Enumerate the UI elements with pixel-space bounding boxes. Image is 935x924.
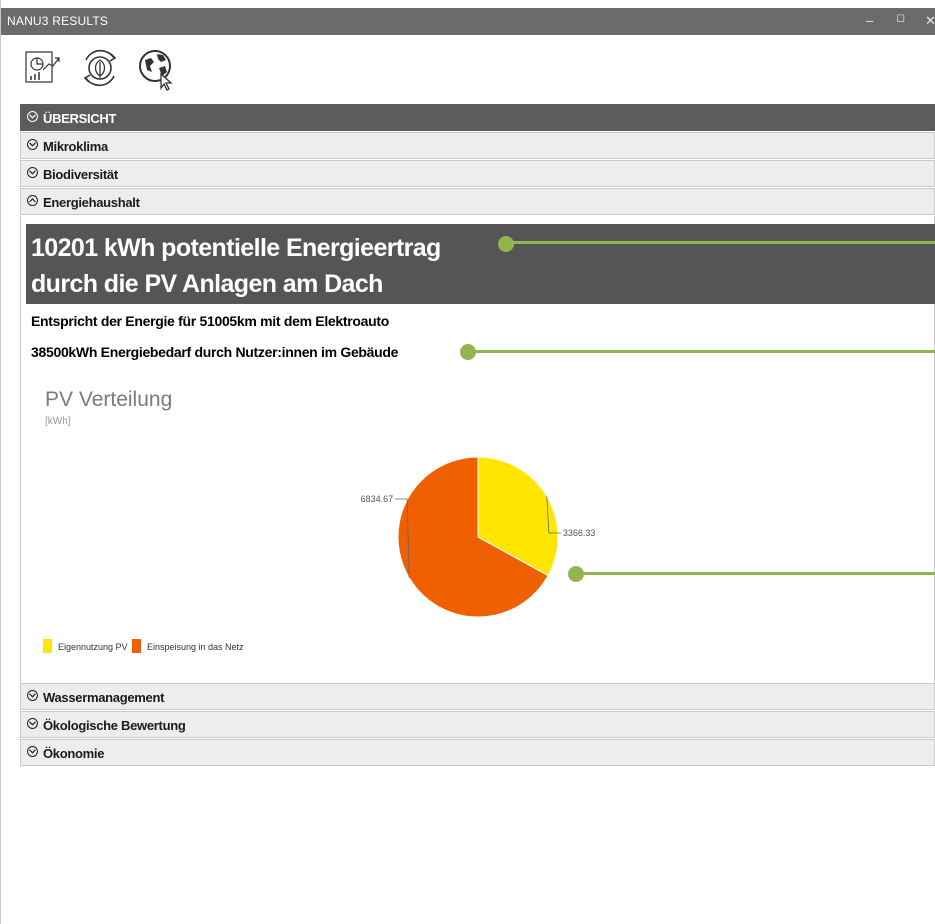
- headline-line-2: durch die PV Anlagen am Dach: [31, 270, 383, 298]
- minimize-icon[interactable]: –: [866, 13, 873, 28]
- energy-yield-headline: 10201 kWh potentielle Energieertrag durc…: [26, 224, 935, 304]
- chevron-down-icon: [27, 167, 38, 178]
- maximize-icon[interactable]: ◻: [896, 11, 905, 24]
- callout-line: [511, 241, 935, 244]
- headline-line-1: 10201 kWh potentielle Energieertrag: [31, 234, 441, 262]
- chart-title: PV Verteilung: [45, 388, 173, 411]
- results-window: NANU3 RESULTS – ◻ ✕ ÜBERSICHT Mikroklima…: [0, 0, 935, 924]
- section-label: ÜBERSICHT: [43, 111, 117, 126]
- section-label: Ökologische Bewertung: [43, 718, 186, 733]
- title-bar: NANU3 RESULTS – ◻ ✕: [1, 8, 935, 35]
- section-biodiversitaet-header[interactable]: Biodiversität: [20, 160, 935, 187]
- callout-line: [581, 572, 935, 575]
- section-energiehaushalt-header[interactable]: Energiehaushalt: [20, 188, 935, 215]
- legend-swatch: [132, 639, 141, 653]
- section-mikroklima-header[interactable]: Mikroklima: [20, 132, 935, 159]
- callout-line: [473, 350, 935, 353]
- callout-dot: [498, 236, 514, 252]
- section-label: Biodiversität: [43, 167, 118, 182]
- section-oekonomie-header[interactable]: Ökonomie: [20, 739, 935, 766]
- globe-cursor-icon[interactable]: [135, 46, 175, 92]
- section-uebersicht-header[interactable]: ÜBERSICHT: [20, 104, 935, 131]
- chevron-up-icon: [27, 195, 38, 206]
- section-label: Mikroklima: [43, 139, 108, 154]
- section-label: Energiehaushalt: [43, 195, 140, 210]
- leaf-cycle-icon[interactable]: [78, 46, 118, 92]
- close-icon[interactable]: ✕: [925, 13, 935, 29]
- chart-report-icon[interactable]: [23, 46, 63, 92]
- legend-label: Eigennutzung PV: [58, 642, 128, 652]
- chevron-down-icon: [27, 718, 38, 729]
- section-label: Wassermanagement: [43, 690, 165, 705]
- chevron-down-icon: [27, 139, 38, 150]
- ev-equivalent-text: Entspricht der Energie für 51005km mit d…: [31, 313, 390, 329]
- section-wassermanagement-header[interactable]: Wassermanagement: [20, 683, 935, 710]
- legend-swatch: [43, 639, 52, 653]
- section-oekologische-bewertung-header[interactable]: Ökologische Bewertung: [20, 711, 935, 738]
- energy-demand-text: 38500kWh Energiebedarf durch Nutzer:inne…: [31, 344, 399, 360]
- legend-label: Einspeisung in das Netz: [147, 642, 244, 652]
- chevron-down-icon: [27, 690, 38, 701]
- chevron-down-icon: [27, 111, 38, 122]
- chevron-down-icon: [27, 746, 38, 757]
- section-label: Ökonomie: [43, 746, 105, 761]
- window-title: NANU3 RESULTS: [7, 14, 109, 28]
- chart-unit: [kWh]: [45, 416, 71, 427]
